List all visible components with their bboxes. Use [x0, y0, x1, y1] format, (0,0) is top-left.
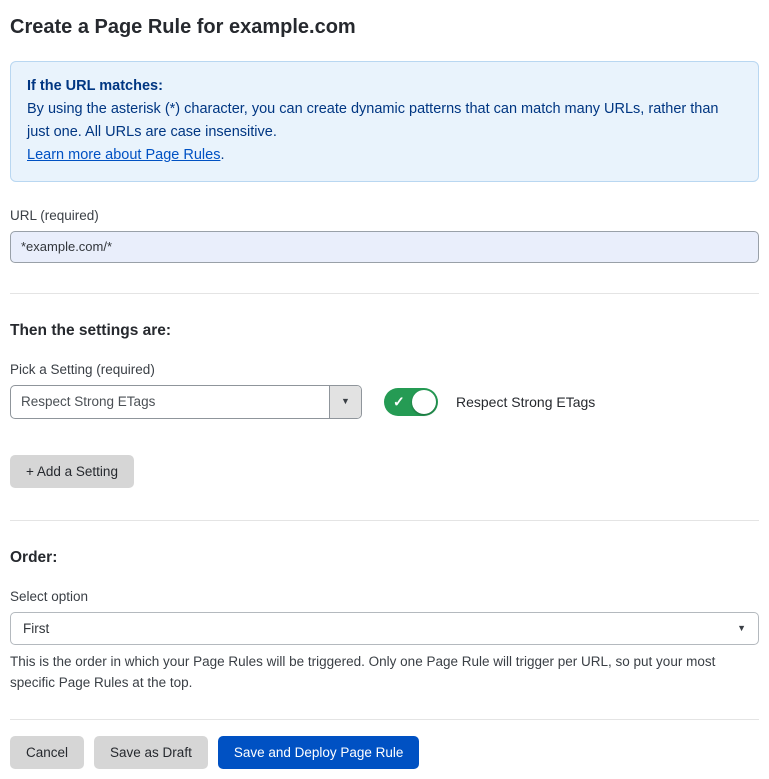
save-deploy-button[interactable]: Save and Deploy Page Rule	[218, 736, 420, 769]
chevron-down-icon: ▼	[341, 397, 350, 406]
footer-actions: Cancel Save as Draft Save and Deploy Pag…	[10, 736, 759, 769]
info-link-period: .	[220, 147, 224, 163]
add-setting-button[interactable]: + Add a Setting	[10, 455, 134, 488]
pick-setting-label: Pick a Setting (required)	[10, 362, 759, 377]
order-heading: Order:	[10, 549, 759, 567]
order-label: Select option	[10, 589, 759, 604]
section-divider	[10, 520, 759, 521]
footer-divider	[10, 719, 759, 720]
page-title: Create a Page Rule for example.com	[10, 16, 759, 39]
setting-select[interactable]: Respect Strong ETags ▼	[10, 385, 362, 419]
url-label: URL (required)	[10, 208, 759, 223]
url-match-info-box: If the URL matches: By using the asteris…	[10, 61, 759, 182]
cancel-button[interactable]: Cancel	[10, 736, 84, 769]
create-page-rule-form: Create a Page Rule for example.com If th…	[0, 0, 769, 779]
settings-heading: Then the settings are:	[10, 322, 759, 340]
url-input[interactable]	[10, 231, 759, 263]
learn-more-link[interactable]: Learn more about Page Rules	[27, 147, 220, 163]
info-link-line: Learn more about Page Rules.	[27, 144, 742, 167]
etags-toggle[interactable]: ✓	[384, 388, 438, 416]
order-select[interactable]: First ▼	[10, 612, 759, 645]
section-divider	[10, 293, 759, 294]
save-draft-button[interactable]: Save as Draft	[94, 736, 208, 769]
info-box-heading: If the URL matches:	[27, 75, 742, 98]
setting-select-value: Respect Strong ETags	[11, 386, 329, 418]
order-help-text: This is the order in which your Page Rul…	[10, 652, 759, 694]
toggle-label: Respect Strong ETags	[456, 394, 595, 410]
info-box-body: By using the asterisk (*) character, you…	[27, 98, 742, 144]
check-icon: ✓	[393, 393, 405, 410]
chevron-down-icon: ▼	[737, 624, 746, 633]
toggle-knob	[412, 390, 436, 414]
setting-select-caret-button[interactable]: ▼	[329, 386, 361, 418]
order-select-value: First	[23, 621, 49, 636]
setting-row: Respect Strong ETags ▼ ✓ Respect Strong …	[10, 385, 759, 419]
